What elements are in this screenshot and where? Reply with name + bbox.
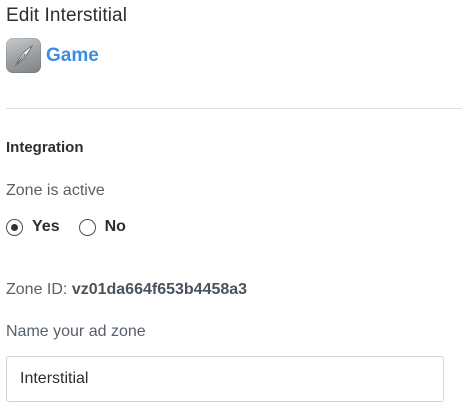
radio-no[interactable]: No [78,218,126,236]
zone-name-input[interactable] [6,356,444,402]
page-title: Edit Interstitial [6,5,128,26]
zone-active-radio-group: Yes No [6,218,145,236]
radio-no-circle[interactable] [78,218,96,236]
app-name-link[interactable]: Game [46,45,99,67]
radio-selected-dot [11,223,18,231]
zone-active-label: Zone is active [6,182,105,199]
zone-name-label: Name your ad zone [6,323,146,340]
radio-yes-circle[interactable] [6,218,23,236]
integration-heading: Integration [6,139,84,156]
radio-no-label[interactable]: No [105,218,126,236]
radio-yes-label[interactable]: Yes [32,218,60,236]
app-icon[interactable] [6,38,41,73]
feather-icon [14,44,33,67]
app-link[interactable]: Game [6,38,99,73]
zone-id: Zone ID: vz01da664f653b4458a3 [6,281,247,299]
divider [6,108,462,109]
zone-id-label: Zone ID: [6,281,68,298]
radio-yes[interactable]: Yes [6,218,60,236]
edit-zone-page: Edit Interstitial Game Integration Zone … [0,0,462,412]
zone-id-value: vz01da664f653b4458a3 [71,281,248,298]
